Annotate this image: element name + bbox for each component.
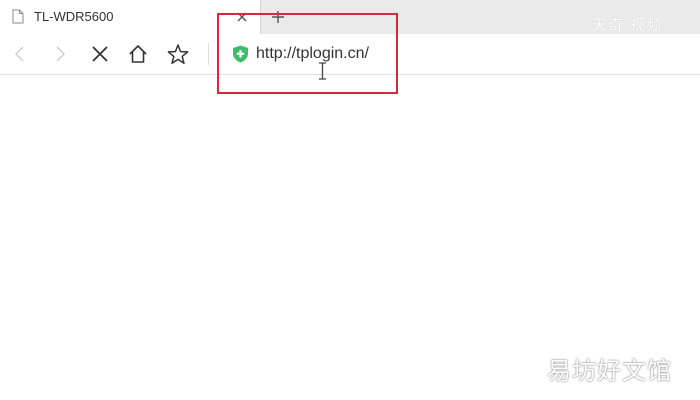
toolbar-divider <box>208 43 209 65</box>
stop-icon[interactable] <box>90 44 110 64</box>
page-icon <box>12 9 24 29</box>
home-icon[interactable] <box>128 44 148 64</box>
watermark-bottom: 易坊好文馆 <box>547 358 672 385</box>
star-icon[interactable] <box>167 44 189 65</box>
back-icon[interactable] <box>10 44 30 64</box>
tab-title: TL-WDR5600 <box>34 9 114 24</box>
watermark-top: 天奇·视频 <box>592 17 662 34</box>
forward-icon[interactable] <box>50 44 70 64</box>
